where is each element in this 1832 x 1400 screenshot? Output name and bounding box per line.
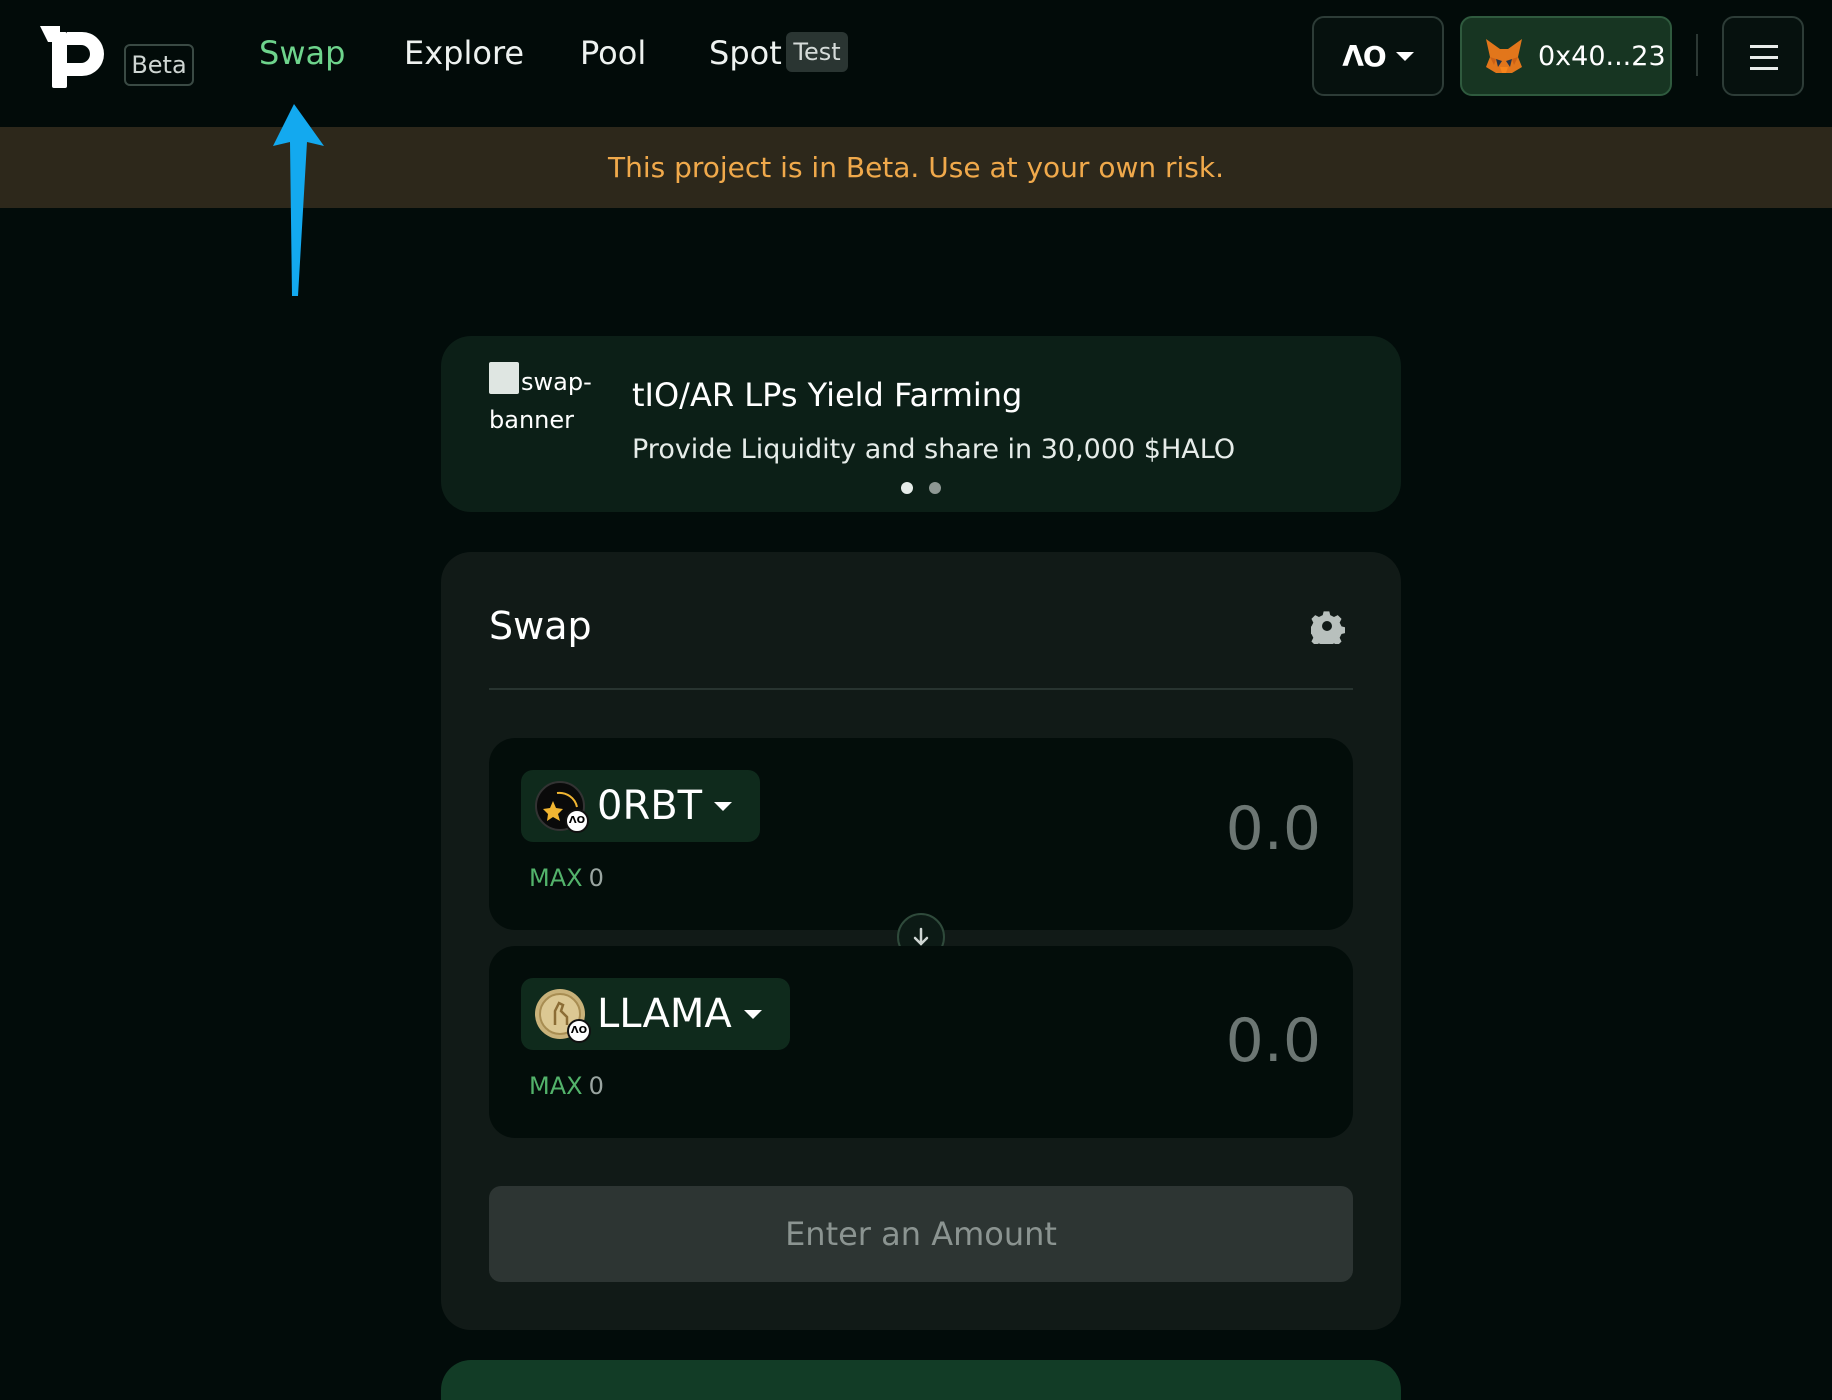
chevron-down-icon [1395,51,1414,61]
from-max-row[interactable]: MAX 0 [529,864,604,892]
to-token-selector[interactable]: ΛO LLAMA [521,978,790,1050]
to-max-row[interactable]: MAX 0 [529,1072,604,1100]
promo-banner-carousel[interactable]: swap-banner tIO/AR LPs Yield Farming Pro… [441,336,1401,512]
orbt-token-icon: ΛO [535,781,589,833]
max-button[interactable]: MAX [529,864,583,892]
chevron-down-icon [743,1009,762,1019]
from-token-symbol: 0RBT [597,783,703,829]
swap-banner-image: swap-banner [489,362,609,439]
swap-divider [489,688,1353,690]
spot-test-badge: Test [786,32,848,72]
network-selector-button[interactable]: ΛO [1312,16,1444,96]
pointer-arrow-icon [273,104,324,296]
menu-button[interactable] [1722,16,1804,96]
to-token-symbol: LLAMA [597,991,732,1037]
ao-badge-icon: ΛO [567,1019,591,1043]
banner-title: tIO/AR LPs Yield Farming [632,376,1023,414]
enter-amount-button[interactable]: Enter an Amount [489,1186,1353,1282]
hamburger-icon [1750,45,1778,48]
metamask-fox-icon [1486,39,1522,73]
beta-warning-text: This project is in Beta. Use at your own… [607,151,1225,184]
next-section-card [441,1360,1401,1400]
max-button[interactable]: MAX [529,1072,583,1100]
chevron-down-icon [714,801,733,811]
to-amount-input[interactable]: 0.0 [1226,1006,1321,1076]
from-token-panel: ΛO 0RBT MAX 0 0.0 [489,738,1353,930]
wallet-button[interactable]: 0x40...23 [1460,16,1672,96]
from-max-balance: 0 [588,864,604,892]
gear-icon[interactable] [1311,610,1345,644]
nav-pool[interactable]: Pool [580,34,646,72]
beta-badge: Beta [124,44,194,86]
p-logo-icon[interactable] [38,22,110,88]
header-divider [1696,34,1698,76]
swap-title: Swap [489,604,592,648]
from-amount-input[interactable]: 0.0 [1226,794,1321,864]
ao-network-icon: ΛO [1342,39,1386,73]
swap-card: Swap ΛO 0RBT MAX 0 0.0 ΛO LLAMA MAX 0 0.… [441,552,1401,1330]
broken-image-icon [489,362,519,394]
banner-subtitle: Provide Liquidity and share in 30,000 $H… [632,434,1236,465]
nav-swap[interactable]: Swap [259,34,345,72]
carousel-dot-1[interactable] [901,482,913,494]
nav-explore[interactable]: Explore [404,34,524,72]
llama-token-icon: ΛO [535,989,591,1043]
carousel-dot-2[interactable] [929,482,941,494]
to-max-balance: 0 [588,1072,604,1100]
from-token-selector[interactable]: ΛO 0RBT [521,770,761,842]
to-token-panel: ΛO LLAMA MAX 0 0.0 [489,946,1353,1138]
wallet-address: 0x40...23 [1538,40,1666,72]
nav-spot[interactable]: Spot [709,34,782,72]
ao-badge-icon: ΛO [565,809,589,833]
